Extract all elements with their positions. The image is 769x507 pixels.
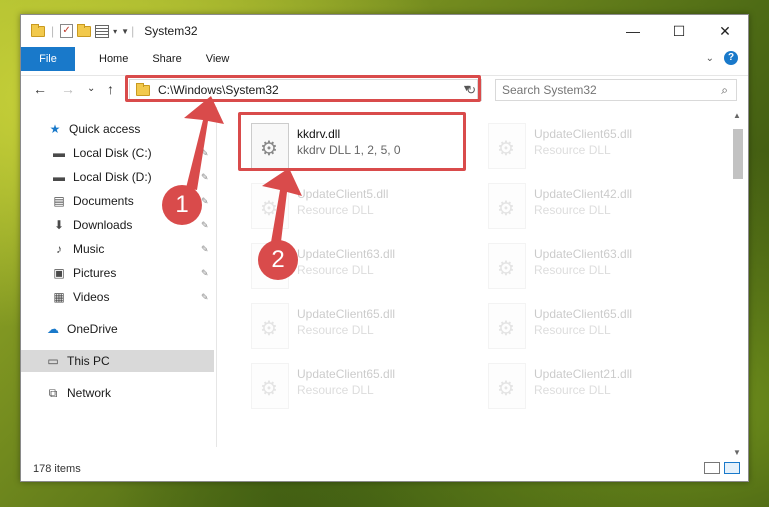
- step-2-badge: 2: [258, 240, 298, 280]
- step-1-badge: 1: [162, 185, 202, 225]
- annotation-arrows: [184, 96, 302, 250]
- arrow-1-icon: [184, 96, 224, 190]
- arrow-2-icon: [262, 168, 302, 250]
